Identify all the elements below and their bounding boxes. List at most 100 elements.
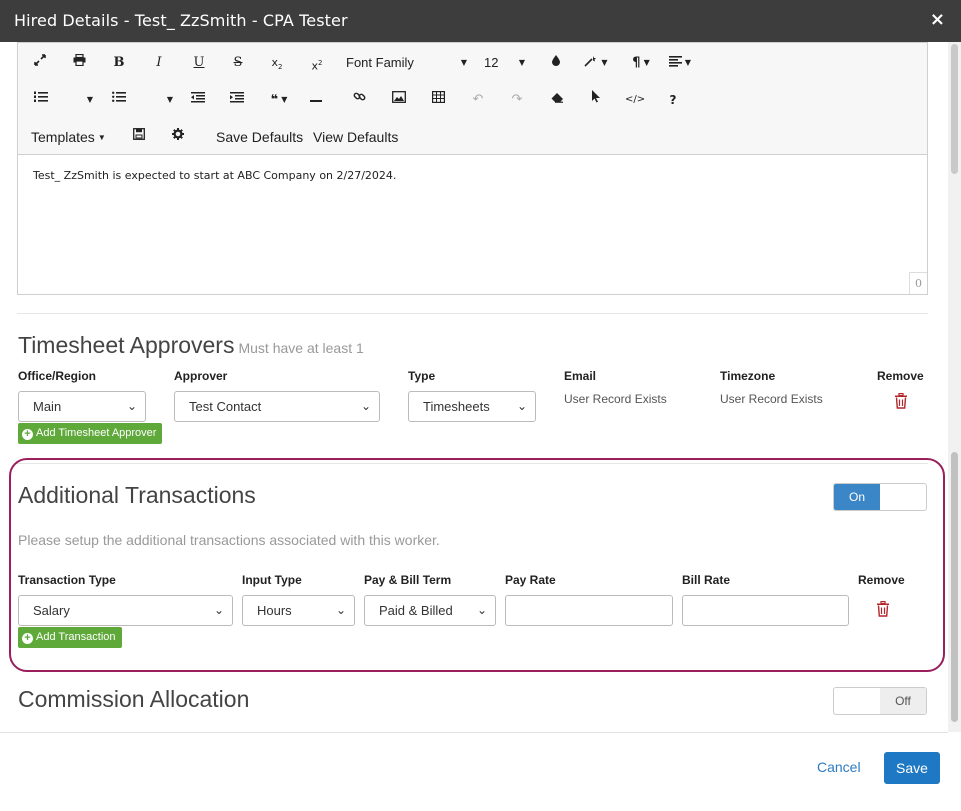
close-icon[interactable]: × [930, 9, 945, 30]
chevron-down-icon: ⌄ [335, 603, 346, 617]
divider [17, 313, 928, 314]
gear-icon[interactable] [170, 127, 186, 147]
additional-transactions-toggle[interactable]: On [833, 483, 927, 511]
unordered-list-icon[interactable] [110, 90, 128, 110]
type-value: Timesheets [423, 399, 490, 414]
input-type-value: Hours [257, 603, 292, 618]
bill-rate-label: Bill Rate [682, 573, 731, 587]
code-view-icon[interactable]: </> [625, 90, 645, 110]
add-transaction-button[interactable]: + Add Transaction [18, 627, 122, 648]
templates-dropdown[interactable]: Templates ▼ [31, 127, 121, 147]
pay-bill-term-label: Pay & Bill Term [364, 573, 452, 587]
timezone-value: User Record Exists [720, 392, 823, 406]
scrollbar[interactable] [948, 42, 961, 732]
italic-icon[interactable]: I [150, 53, 168, 73]
timesheet-title: Timesheet Approvers [18, 332, 235, 358]
rich-text-editor: B I U S x2 x2 Font Family ▼ 12 ▼ ▼ ¶▼ ▼ [17, 42, 928, 295]
ordered-list-caret-icon[interactable]: ▼ [84, 90, 96, 110]
chevron-down-icon: ⌄ [126, 399, 137, 413]
scrollbar-thumb[interactable] [951, 452, 958, 722]
superscript-icon[interactable]: x2 [307, 53, 327, 73]
input-type-label: Input Type [242, 573, 302, 587]
quote-icon[interactable]: ❝ ▼ [265, 90, 293, 110]
remove-label: Remove [858, 573, 905, 587]
save-button[interactable]: Save [884, 752, 940, 784]
office-region-select[interactable]: Main ⌄ [18, 391, 146, 422]
magic-icon[interactable]: ▼ [583, 53, 609, 73]
add-timesheet-approver-button[interactable]: + Add Timesheet Approver [18, 423, 163, 444]
chevron-down-icon: ⌄ [476, 603, 487, 617]
horizontal-rule-icon[interactable] [308, 90, 324, 110]
color-icon[interactable] [548, 53, 564, 73]
save-icon[interactable] [131, 127, 147, 147]
transactions-description: Please setup the additional transactions… [18, 532, 440, 548]
toolbar-row-1: B I U S x2 x2 Font Family ▼ 12 ▼ ▼ ¶ ▼ ▼ [18, 45, 927, 81]
plus-circle-icon: + [22, 633, 33, 644]
plus-circle-icon: + [22, 429, 33, 440]
help-icon[interactable]: ? [666, 90, 680, 110]
pointer-icon[interactable] [587, 90, 605, 110]
toolbar-row-3: Templates ▼ Save Defaults View Defaults [18, 119, 927, 155]
print-icon[interactable] [70, 53, 88, 73]
editor-content[interactable]: Test_ ZzSmith is expected to start at AB… [33, 169, 396, 182]
unordered-list-caret-icon[interactable]: ▼ [164, 90, 176, 110]
indent-icon[interactable] [228, 90, 246, 110]
pay-rate-input[interactable] [505, 595, 673, 626]
pay-bill-term-select[interactable]: Paid & Billed ⌄ [364, 595, 496, 626]
char-count: 0 [909, 272, 927, 294]
type-select[interactable]: Timesheets ⌄ [408, 391, 536, 422]
input-type-select[interactable]: Hours ⌄ [242, 595, 355, 626]
office-region-label: Office/Region [18, 369, 97, 383]
cancel-button[interactable]: Cancel [817, 759, 861, 775]
pay-rate-label: Pay Rate [505, 573, 556, 587]
timesheet-note: Must have at least 1 [238, 340, 364, 356]
view-defaults-button[interactable]: View Defaults [313, 127, 405, 147]
font-size-dropdown[interactable]: 12 [484, 53, 514, 73]
align-icon[interactable]: ▼ [666, 53, 694, 73]
redo-icon[interactable]: ↷ [508, 90, 526, 110]
font-family-dropdown[interactable]: Font Family [346, 53, 471, 73]
bold-icon[interactable]: B [110, 53, 128, 73]
transaction-type-label: Transaction Type [18, 573, 116, 587]
add-timesheet-approver-label: Add Timesheet Approver [36, 427, 157, 439]
approver-select[interactable]: Test Contact ⌄ [174, 391, 380, 422]
trash-icon[interactable] [876, 601, 890, 617]
remove-label: Remove [877, 369, 924, 383]
underline-icon[interactable]: U [190, 53, 208, 73]
outdent-icon[interactable] [189, 90, 207, 110]
timezone-label: Timezone [720, 369, 776, 383]
scrollbar-thumb-editor[interactable] [951, 44, 958, 174]
font-size-caret-icon[interactable]: ▼ [516, 53, 528, 73]
chevron-down-icon: ⌄ [360, 399, 371, 413]
strikethrough-icon[interactable]: S [229, 53, 247, 73]
modal-title: Hired Details - Test_ ZzSmith - CPA Test… [14, 11, 348, 30]
transaction-type-value: Salary [33, 603, 70, 618]
eraser-icon[interactable] [548, 90, 566, 110]
subscript-icon[interactable]: x2 [267, 53, 287, 73]
commission-allocation-toggle[interactable]: Off [833, 687, 927, 715]
templates-label: Templates [31, 129, 95, 145]
chevron-down-icon: ⌄ [213, 603, 224, 617]
office-region-value: Main [33, 399, 62, 414]
table-icon[interactable] [429, 90, 447, 110]
transaction-type-select[interactable]: Salary ⌄ [18, 595, 233, 626]
add-transaction-label: Add Transaction [36, 631, 116, 643]
footer-divider [0, 732, 948, 733]
link-icon[interactable] [350, 90, 368, 110]
ordered-list-icon[interactable] [32, 90, 50, 110]
font-size-label: 12 [484, 55, 499, 70]
modal-header: Hired Details - Test_ ZzSmith - CPA Test… [0, 0, 961, 42]
image-icon[interactable] [390, 90, 408, 110]
bill-rate-input[interactable] [682, 595, 849, 626]
expand-icon[interactable] [32, 53, 48, 73]
paragraph-icon[interactable]: ¶ ▼ [628, 53, 654, 73]
email-value: User Record Exists [564, 392, 667, 406]
trash-icon[interactable] [894, 393, 908, 409]
toggle-on-label: On [834, 484, 880, 510]
toggle-off-label: Off [880, 688, 926, 714]
save-defaults-button[interactable]: Save Defaults [216, 127, 308, 147]
font-family-caret-icon[interactable]: ▼ [458, 53, 470, 73]
undo-icon[interactable]: ↶ [469, 90, 487, 110]
chevron-down-icon: ⌄ [516, 399, 527, 413]
type-label: Type [408, 369, 436, 383]
